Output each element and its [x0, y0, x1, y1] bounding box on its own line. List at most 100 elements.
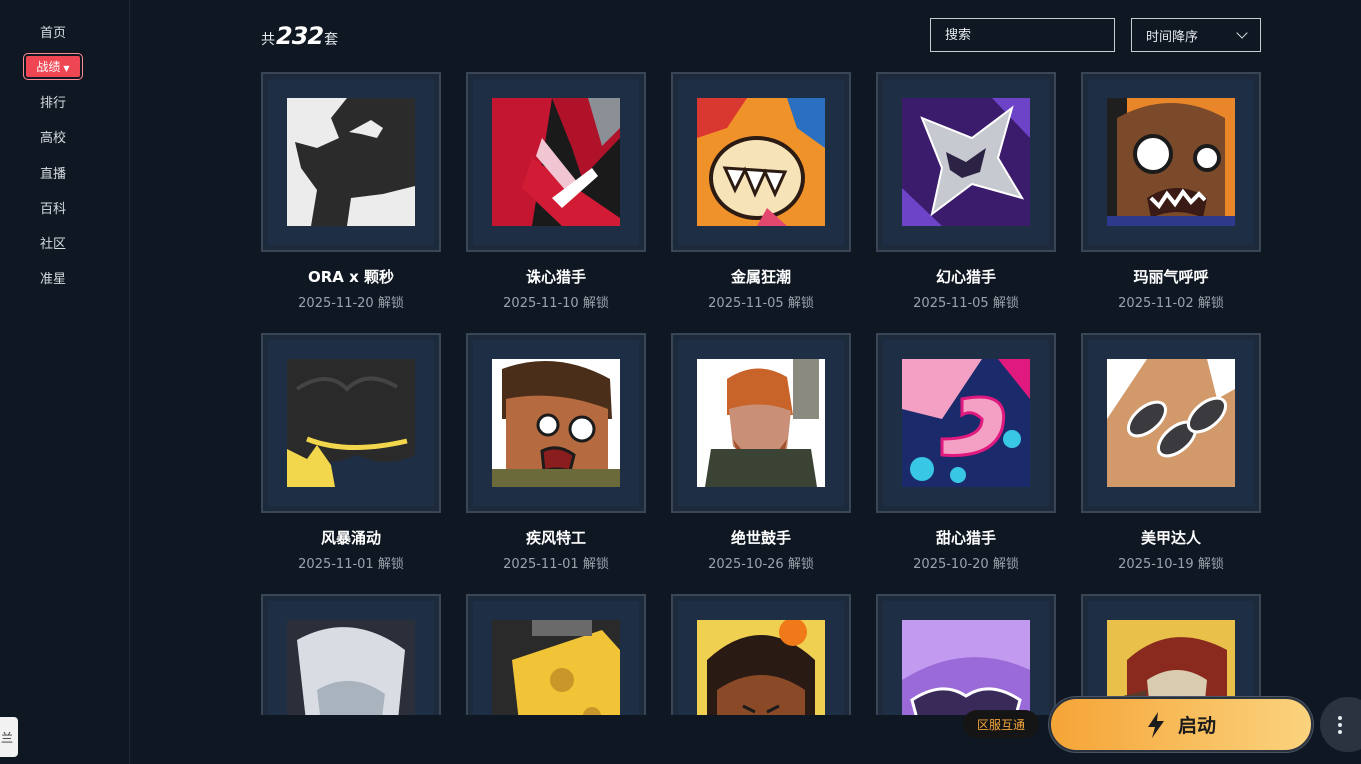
launch-button[interactable]: 启动 — [1049, 697, 1313, 752]
sidebar-item-label: 百科 — [39, 202, 66, 217]
sidebar-item-label: 排行 — [39, 96, 66, 111]
region-label: 区服互通 — [976, 717, 1025, 732]
spray-card[interactable] — [876, 594, 1056, 715]
sidebar-item-label: 直播 — [39, 167, 66, 182]
card-date: 2025-10-19 解锁 — [1118, 557, 1224, 572]
bearded-drummer-icon — [697, 359, 825, 487]
sidebar-item-college[interactable]: 高校 — [0, 127, 106, 146]
card-frame — [261, 594, 441, 715]
caret-down-icon: ▼ — [63, 64, 70, 73]
spray-card[interactable]: 玛丽气呼呼 2025-11-02 解锁 — [1081, 72, 1261, 311]
spray-card[interactable] — [671, 594, 851, 715]
storm-crown-icon — [287, 359, 415, 487]
card-frame — [671, 333, 851, 513]
card-frame — [466, 72, 646, 252]
card-frame — [261, 72, 441, 252]
sidebar-item-label: 战绩 — [36, 60, 61, 74]
card-frame — [1081, 333, 1261, 513]
app-window: 首页 战绩▼ 排行 高校 直播 百科 社区 准星 兰 共 232 套 时间降序 — [0, 0, 1361, 764]
card-frame — [466, 594, 646, 715]
card-name: 玛丽气呼呼 — [1133, 268, 1209, 286]
main-content: 共 232 套 时间降序 ORA x 颗秒 2025-11-20 解锁 — [130, 0, 1361, 764]
count-suffix: 套 — [324, 32, 339, 48]
region-interop-badge[interactable]: 区服互通 — [963, 710, 1039, 738]
card-name: 美甲达人 — [1140, 529, 1201, 547]
card-frame — [876, 333, 1056, 513]
cheese-block-icon — [492, 620, 620, 715]
card-date: 2025-11-20 解锁 — [298, 296, 404, 311]
sort-dropdown[interactable]: 时间降序 — [1131, 18, 1261, 52]
spray-grid: ORA x 颗秒 2025-11-20 解锁 诛心猎手 2025-11-10 解… — [261, 72, 1261, 715]
spray-card[interactable]: 诛心猎手 2025-11-10 解锁 — [466, 72, 646, 311]
count-prefix: 共 — [261, 32, 275, 48]
spray-card[interactable]: 美甲达人 2025-10-19 解锁 — [1081, 333, 1261, 572]
card-frame — [671, 72, 851, 252]
spray-card[interactable]: 疾风特工 2025-11-01 解锁 — [466, 333, 646, 572]
sidebar-item-crosshair[interactable]: 准星 — [0, 268, 106, 287]
grumpy-kid-icon — [697, 620, 825, 715]
sidebar: 首页 战绩 ▼ 排行 高校 直播 百科 社区 准星 — [0, 0, 130, 764]
candy-swirl-icon — [902, 359, 1030, 487]
side-collapse-tab[interactable]: 兰 — [0, 717, 18, 757]
card-name: 疾风特工 — [525, 529, 586, 547]
card-date: 2025-11-10 解锁 — [503, 296, 609, 311]
side-tab-label: 兰 — [0, 730, 13, 745]
spray-card[interactable]: 金属狂潮 2025-11-05 解锁 — [671, 72, 851, 311]
count-value: 232 — [276, 22, 324, 50]
card-date: 2025-10-20 解锁 — [913, 557, 1019, 572]
sidebar-item-label: 高校 — [39, 131, 66, 146]
sidebar-item-label: 社区 — [39, 237, 66, 252]
card-name: 诛心猎手 — [525, 268, 586, 286]
card-frame — [1081, 72, 1261, 252]
card-frame — [876, 72, 1056, 252]
chevron-down-icon — [1236, 27, 1248, 39]
rhino-emblem-icon — [287, 98, 415, 226]
silver-hair-girl-icon — [287, 620, 415, 715]
card-frame — [671, 594, 851, 715]
sort-label: 时间降序 — [1146, 29, 1199, 45]
spray-card[interactable]: 甜心猎手 2025-10-20 解锁 — [876, 333, 1056, 572]
card-date: 2025-11-02 解锁 — [1118, 296, 1224, 311]
card-date: 2025-11-05 解锁 — [913, 296, 1019, 311]
sidebar-item-wiki[interactable]: 百科 — [0, 198, 106, 217]
search-input[interactable] — [930, 18, 1115, 52]
sidebar-item-label: 首页 — [39, 26, 66, 41]
card-name: ORA x 颗秒 — [307, 268, 395, 286]
red-chevron-shards-icon — [492, 98, 620, 226]
card-frame — [261, 333, 441, 513]
sidebar-item-community[interactable]: 社区 — [0, 233, 106, 252]
spray-card[interactable] — [466, 594, 646, 715]
card-frame — [466, 333, 646, 513]
card-name: 幻心猎手 — [935, 268, 996, 286]
more-vertical-icon — [1338, 715, 1342, 734]
sidebar-item-ranking[interactable]: 排行 — [0, 92, 106, 111]
shouting-agent-icon — [492, 359, 620, 487]
spray-card[interactable] — [261, 594, 441, 715]
claw-nails-icon — [1107, 359, 1235, 487]
spray-card[interactable]: 幻心猎手 2025-11-05 解锁 — [876, 72, 1056, 311]
silver-star-heart-icon — [902, 98, 1030, 226]
sidebar-item-label: 准星 — [39, 272, 66, 287]
lightning-icon — [1147, 711, 1164, 738]
active-pill: 战绩 ▼ — [23, 53, 83, 80]
card-date: 2025-11-05 解锁 — [708, 296, 814, 311]
purple-glasses-icon — [902, 620, 1030, 715]
sidebar-item-record[interactable]: 战绩 ▼ — [0, 53, 106, 80]
total-count: 共 232 套 — [261, 22, 338, 50]
card-frame — [876, 594, 1056, 715]
launch-label: 启动 — [1177, 715, 1216, 737]
card-date: 2025-11-01 解锁 — [298, 557, 404, 572]
card-name: 甜心猎手 — [935, 529, 996, 547]
card-date: 2025-11-01 解锁 — [503, 557, 609, 572]
card-name: 金属狂潮 — [730, 268, 791, 286]
card-date: 2025-10-26 解锁 — [708, 557, 814, 572]
spray-card[interactable]: 绝世鼓手 2025-10-26 解锁 — [671, 333, 851, 572]
card-name: 风暴涌动 — [320, 529, 381, 547]
toothy-monster-icon — [697, 98, 825, 226]
sidebar-item-live[interactable]: 直播 — [0, 163, 106, 182]
sidebar-item-home[interactable]: 首页 — [0, 22, 106, 41]
spray-card[interactable]: 风暴涌动 2025-11-01 解锁 — [261, 333, 441, 572]
card-name: 绝世鼓手 — [730, 529, 791, 547]
spray-card[interactable]: ORA x 颗秒 2025-11-20 解锁 — [261, 72, 441, 311]
angry-face-icon — [1107, 98, 1235, 226]
